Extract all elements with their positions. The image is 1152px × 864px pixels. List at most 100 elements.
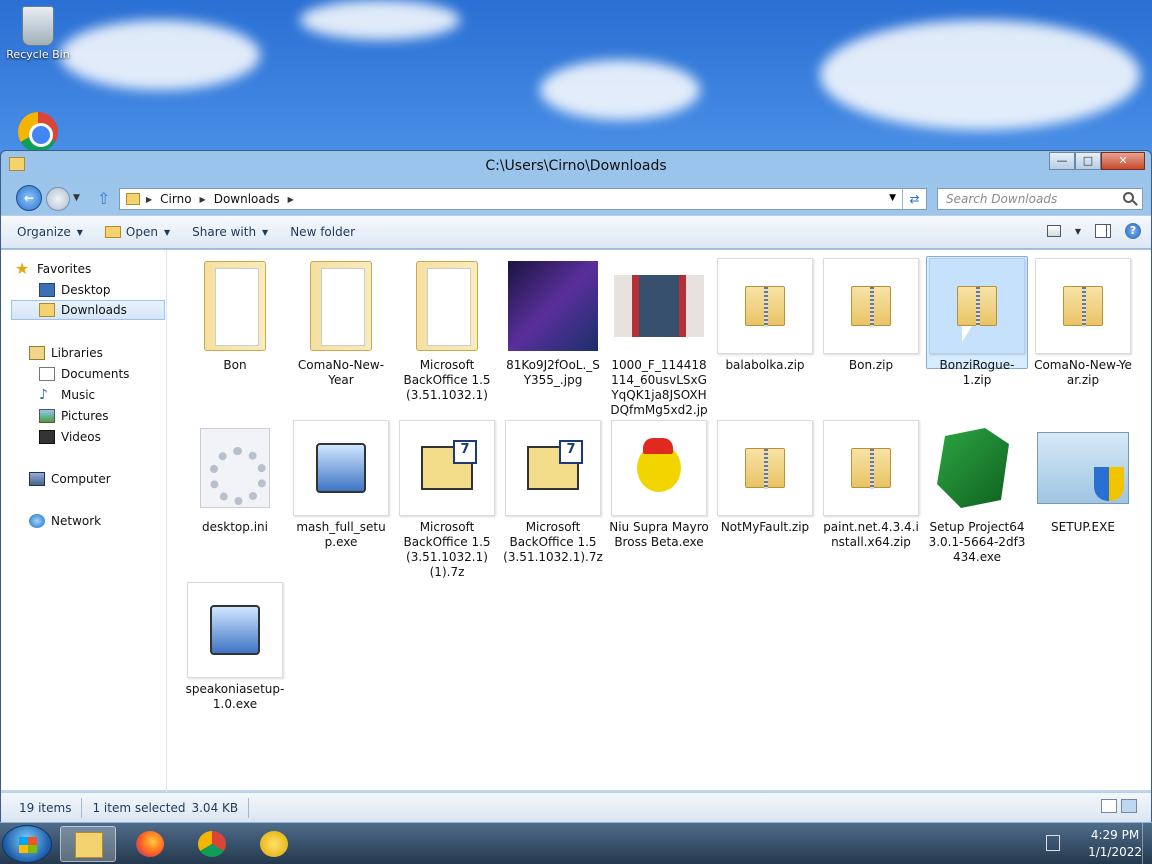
clock-time: 4:29 PM bbox=[1090, 828, 1140, 842]
music-note-icon: ♪ bbox=[39, 387, 48, 403]
file-item[interactable]: Setup Project64 3.0.1-5664-2df3434.exe bbox=[927, 420, 1027, 565]
open-button[interactable]: Open ▼ bbox=[104, 225, 170, 239]
taskbar-chrome[interactable] bbox=[184, 826, 240, 862]
file-item[interactable]: ComaNo-New-Year.zip bbox=[1033, 258, 1133, 388]
file-item[interactable]: Bon.zip bbox=[821, 258, 921, 373]
title-bar[interactable]: C:\Users\Cirno\Downloads — □ ✕ bbox=[1, 151, 1151, 181]
7z-archive-icon bbox=[527, 440, 583, 490]
bonzi-icon bbox=[260, 831, 288, 857]
maximize-button[interactable]: □ bbox=[1075, 152, 1101, 170]
taskbar-firefox[interactable] bbox=[122, 826, 178, 862]
sidebar-item-documents[interactable]: Documents bbox=[39, 364, 203, 384]
search-placeholder: Search Downloads bbox=[946, 192, 1058, 206]
start-button[interactable] bbox=[2, 825, 52, 863]
chrome-icon bbox=[18, 112, 58, 152]
close-button[interactable]: ✕ bbox=[1101, 152, 1145, 170]
up-arrow-icon[interactable]: ⇧ bbox=[97, 189, 110, 208]
chevron-down-icon[interactable]: ▼ bbox=[1075, 227, 1081, 236]
file-item[interactable]: ComaNo-New-Year bbox=[291, 258, 391, 388]
address-dropdown[interactable]: ▼ bbox=[889, 193, 896, 203]
selection-count: 1 item selected bbox=[92, 800, 186, 815]
taskbar-explorer[interactable] bbox=[60, 826, 116, 862]
sidebar-item-videos[interactable]: Videos bbox=[39, 427, 203, 447]
desktop-icon-recycle-bin[interactable]: Recycle Bin bbox=[0, 6, 76, 61]
wallpaper-cloud bbox=[540, 60, 700, 120]
new-folder-label: New folder bbox=[290, 225, 356, 239]
preview-pane-icon[interactable] bbox=[1095, 224, 1111, 238]
system-clock[interactable]: 4:29 PM 1/1/2022 bbox=[1088, 827, 1142, 861]
desktop-icon bbox=[39, 283, 55, 297]
large-icons-view-icon[interactable] bbox=[1121, 799, 1137, 813]
desktop-icon-chrome[interactable] bbox=[0, 112, 76, 154]
file-item[interactable]: mash_full_setup.exe bbox=[291, 420, 391, 550]
minimize-button[interactable]: — bbox=[1049, 152, 1075, 170]
breadcrumb-cirno[interactable]: Cirno bbox=[160, 192, 191, 206]
status-divider bbox=[248, 797, 250, 818]
file-item[interactable]: Microsoft BackOffice 1.5 (3.51.1032.1).7… bbox=[503, 420, 603, 565]
action-center-icon[interactable] bbox=[1046, 835, 1060, 851]
status-divider bbox=[81, 797, 83, 818]
explorer-window: C:\Users\Cirno\Downloads — □ ✕ ← ▼ ⇧ ▶ C… bbox=[0, 150, 1152, 822]
search-input[interactable]: Search Downloads bbox=[937, 188, 1143, 210]
file-item[interactable]: 1000_F_114418114_60usvLSxGYqQK1ja8JSOXHD… bbox=[609, 258, 709, 433]
clock-date: 1/1/2022 bbox=[1088, 845, 1142, 859]
organize-button[interactable]: Organize ▼ bbox=[17, 225, 83, 239]
breadcrumb-downloads[interactable]: Downloads bbox=[214, 192, 280, 206]
file-item[interactable]: SETUP.EXE bbox=[1033, 420, 1133, 535]
computer-icon bbox=[29, 472, 45, 486]
file-name: Bon.zip bbox=[848, 358, 894, 372]
recycle-bin-icon bbox=[22, 6, 54, 46]
file-name: ComaNo-New-Year.zip bbox=[1034, 358, 1132, 387]
file-item[interactable]: NotMyFault.zip bbox=[715, 420, 815, 535]
sidebar-item-network[interactable]: Network bbox=[29, 511, 193, 531]
file-item[interactable]: balabolka.zip bbox=[715, 258, 815, 373]
file-name: desktop.ini bbox=[202, 520, 268, 534]
file-item[interactable]: Microsoft BackOffice 1.5 (3.51.1032.1) (… bbox=[397, 420, 497, 580]
file-item[interactable]: Bon bbox=[185, 258, 285, 373]
breadcrumb-separator[interactable]: ▶ bbox=[146, 195, 152, 204]
help-icon[interactable]: ? bbox=[1125, 223, 1141, 239]
file-item[interactable]: desktop.ini bbox=[185, 420, 285, 535]
sidebar-item-libraries[interactable]: Libraries bbox=[29, 343, 193, 363]
change-view-icon[interactable] bbox=[1046, 225, 1061, 237]
image-thumbnail bbox=[508, 261, 598, 351]
details-view-icon[interactable] bbox=[1101, 799, 1117, 813]
folder-icon bbox=[416, 261, 478, 351]
breadcrumb-separator[interactable]: ▶ bbox=[200, 195, 206, 204]
file-name: Microsoft BackOffice 1.5 (3.51.1032.1) bbox=[403, 358, 491, 402]
navigation-pane: ★ Favorites Desktop Downloads Libraries D… bbox=[1, 250, 167, 818]
file-item[interactable]: Niu Supra Mayro Bross Beta.exe bbox=[609, 420, 709, 550]
downloads-folder-icon bbox=[39, 303, 55, 317]
wallpaper-cloud bbox=[300, 0, 460, 40]
address-bar[interactable]: ▶ Cirno ▶ Downloads ▶ ▼ ⇄ bbox=[119, 188, 927, 210]
libraries-icon bbox=[29, 346, 45, 360]
file-name: BonziRogue-1.zip bbox=[939, 358, 1015, 387]
sidebar-item-pictures[interactable]: Pictures bbox=[39, 406, 203, 426]
refresh-icon[interactable]: ⇄ bbox=[902, 189, 926, 209]
show-desktop-button[interactable] bbox=[1142, 823, 1152, 864]
forward-button[interactable] bbox=[46, 187, 70, 211]
sidebar-item-computer[interactable]: Computer bbox=[29, 469, 193, 489]
back-button[interactable]: ← bbox=[16, 185, 42, 211]
network-icon bbox=[29, 514, 45, 528]
sidebar-item-favorites[interactable]: ★ Favorites bbox=[15, 259, 179, 279]
organize-label: Organize bbox=[17, 225, 71, 239]
zip-folder-icon bbox=[851, 286, 891, 327]
new-folder-button[interactable]: New folder bbox=[290, 225, 355, 239]
file-name: 81Ko9J2fOoL._SY355_.jpg bbox=[506, 358, 600, 387]
sidebar-item-music[interactable]: ♪ Music bbox=[39, 385, 203, 405]
file-item[interactable]: 81Ko9J2fOoL._SY355_.jpg bbox=[503, 258, 603, 388]
sidebar-item-downloads[interactable]: Downloads bbox=[11, 300, 165, 320]
zip-folder-icon bbox=[745, 286, 785, 327]
share-with-button[interactable]: Share with ▼ bbox=[192, 225, 268, 239]
file-item[interactable]: paint.net.4.3.4.install.x64.zip bbox=[821, 420, 921, 550]
file-item[interactable]: speakoniasetup-1.0.exe bbox=[185, 582, 285, 712]
installer-icon bbox=[210, 605, 260, 655]
recent-pages-dropdown[interactable]: ▼ bbox=[73, 193, 80, 203]
file-item-selected[interactable]: BonziRogue-1.zip bbox=[926, 256, 1028, 387]
explorer-icon bbox=[75, 832, 103, 858]
taskbar-bonzi[interactable] bbox=[246, 826, 302, 862]
breadcrumb-separator[interactable]: ▶ bbox=[288, 195, 294, 204]
file-item[interactable]: Microsoft BackOffice 1.5 (3.51.1032.1) bbox=[397, 258, 497, 403]
sidebar-item-desktop[interactable]: Desktop bbox=[39, 280, 165, 300]
